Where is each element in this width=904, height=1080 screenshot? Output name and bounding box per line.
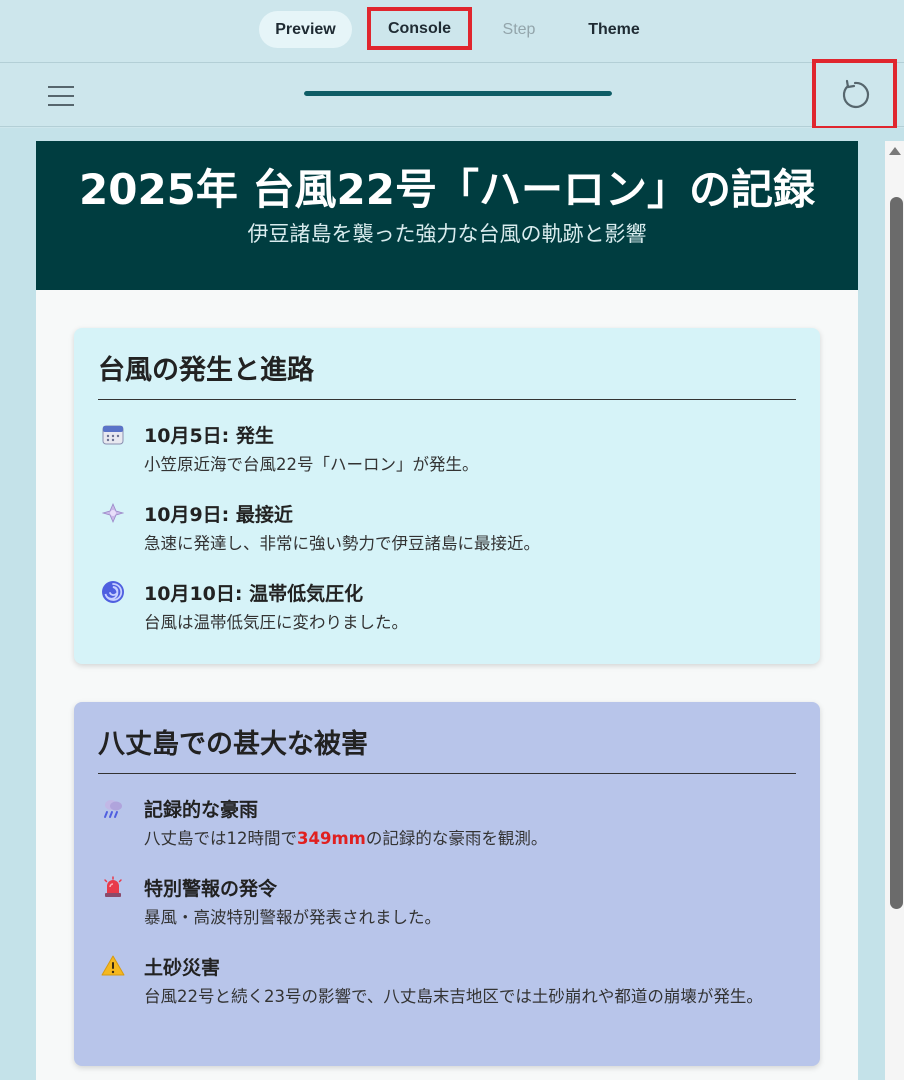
preview-toolbar [0,59,904,130]
item-title: 10月5日: 発生 [144,425,274,447]
section-title: 八丈島での甚大な被害 [98,726,796,774]
preview-page: 2025年 台風22号「ハーロン」の記録 伊豆諸島を襲った強力な台風の軌跡と影響… [36,141,858,1080]
item-title: 記録的な豪雨 [144,799,259,821]
tab-console[interactable]: Console [367,7,472,50]
scroll-thumb[interactable] [890,197,903,909]
sparkle-storm-icon [101,501,125,525]
rainfall-highlight: 349mm [297,829,366,848]
item-text-before: 八丈島では12時間で [144,829,297,848]
preview-viewport: 2025年 台風22号「ハーロン」の記録 伊豆諸島を襲った強力な台風の軌跡と影響… [0,128,904,1080]
item-text-after: の記録的な豪雨を観測。 [365,829,548,848]
siren-icon [101,875,125,899]
list-item: 土砂災害 台風22号と続く23号の影響で、八丈島末吉地区では土砂崩れや都道の崩壊… [98,954,796,1011]
menu-icon[interactable] [46,82,76,108]
calendar-icon [101,422,125,446]
section-hachijo-damage: 八丈島での甚大な被害 記録的な豪雨 八丈島では12時間で349mmの記録的な豪雨… [74,702,820,1066]
list-item: 10月10日: 温帯低気圧化 台風は温帯低気圧に変わりました。 [98,580,796,637]
item-title: 土砂災害 [144,957,221,979]
load-progress-bar [304,91,612,96]
item-text: 暴風・高波特別警報が発表されました。 [144,908,441,927]
warning-icon [101,954,125,978]
reload-button[interactable] [812,59,897,130]
item-title: 特別警報の発令 [144,878,278,900]
item-text: 台風は温帯低気圧に変わりました。 [144,613,408,632]
list-item: 10月9日: 最接近 急速に発達し、非常に強い勢力で伊豆諸島に最接近。 [98,501,796,558]
load-progress-fill [304,91,612,96]
section-title: 台風の発生と進路 [98,352,796,400]
tab-step[interactable]: Step [490,11,548,48]
hero-banner: 2025年 台風22号「ハーロン」の記録 伊豆諸島を襲った強力な台風の軌跡と影響 [36,141,858,290]
tab-preview[interactable]: Preview [259,11,352,48]
item-text: 八丈島では12時間で349mmの記録的な豪雨を観測。 [144,825,796,853]
reload-icon [842,79,869,108]
section-typhoon-path: 台風の発生と進路 10月5日: 発生 小笠原近海で台風22号「ハーロン」が発生。 [74,328,820,664]
item-text: 小笠原近海で台風22号「ハーロン」が発生。 [144,455,479,474]
page-title: 2025年 台風22号「ハーロン」の記録 [79,165,815,214]
item-title: 10月10日: 温帯低気圧化 [144,583,364,605]
page-scrollbar[interactable] [885,141,904,1080]
scroll-up-arrow-icon[interactable] [889,147,901,155]
list-item: 10月5日: 発生 小笠原近海で台風22号「ハーロン」が発生。 [98,422,796,479]
item-text: 急速に発達し、非常に強い勢力で伊豆諸島に最接近。 [144,534,540,553]
list-item: 特別警報の発令 暴風・高波特別警報が発表されました。 [98,875,796,932]
rain-cloud-icon [101,796,125,820]
page-subtitle: 伊豆諸島を襲った強力な台風の軌跡と影響 [247,222,647,246]
top-tab-bar: Preview Console Step Theme [0,0,904,63]
item-title: 10月9日: 最接近 [144,504,293,526]
item-text: 台風22号と続く23号の影響で、八丈島末吉地区では土砂崩れや都道の崩壊が発生。 [144,987,763,1006]
list-item: 記録的な豪雨 八丈島では12時間で349mmの記録的な豪雨を観測。 [98,796,796,853]
cyclone-icon [101,580,125,604]
tab-theme[interactable]: Theme [575,11,653,48]
